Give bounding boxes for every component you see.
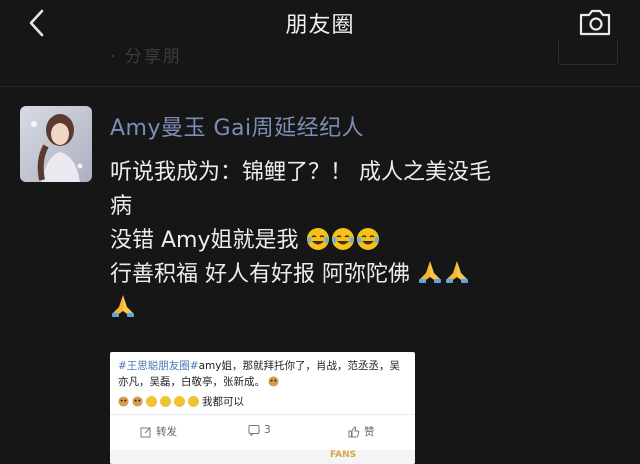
crying-laughing-emoji-icon [331, 228, 354, 250]
post-text: 听说我成为：锦鲤了？！ 成人之美没毛 病 没错 Amy姐就是我 行善积福 好人有… [110, 156, 635, 326]
embedded-tail-text: 我都可以 [202, 396, 244, 408]
divider [0, 86, 640, 87]
dog-emoji-icon [118, 396, 129, 407]
embedded-screenshot[interactable]: #王思聪朋友圈#amy姐，那就拜托你了，肖战，范丞丞，吴亦凡，吴磊，白敬亭，张新… [110, 352, 415, 464]
praying-hands-emoji-icon [112, 295, 134, 317]
dog-emoji-icon [268, 376, 279, 387]
comment-count: 3 [264, 424, 271, 436]
crying-emoji-icon [188, 396, 199, 407]
page-title: 朋友圈 [285, 13, 355, 38]
crying-emoji-icon [146, 396, 157, 407]
avatar[interactable] [20, 106, 92, 182]
praying-hands-emoji-icon [446, 261, 468, 283]
post-line-text: 没错 Amy姐就是我 [110, 228, 299, 253]
crying-laughing-emoji-icon [306, 228, 329, 250]
post-line: 病 [110, 194, 133, 219]
forward-label: 转发 [156, 426, 177, 438]
post-line [110, 292, 635, 326]
fans-label: FANS [330, 450, 357, 460]
crying-emoji-icon [160, 396, 171, 407]
post-line: 行善积福 好人有好报 阿弥陀佛 [110, 258, 635, 292]
author-name[interactable]: Amy曼玉 Gai周延经纪人 [110, 110, 364, 142]
faded-background-box [558, 40, 618, 65]
top-bar: 朋友圈 [0, 0, 640, 46]
embedded-next-item [110, 450, 415, 464]
forward-button[interactable]: 转发 [140, 424, 177, 439]
crying-emoji-icon [174, 396, 185, 407]
dog-emoji-icon [132, 396, 143, 407]
comment-icon [248, 425, 260, 436]
crying-laughing-emoji-icon [356, 228, 379, 250]
post-line-text: 行善积福 好人有好报 阿弥陀佛 [110, 262, 410, 287]
thumbs-up-icon [348, 425, 360, 437]
post-line: 没错 Amy姐就是我 [110, 224, 635, 258]
praying-hands-emoji-icon [419, 261, 441, 283]
camera-icon[interactable] [578, 7, 612, 37]
comment-button[interactable]: 3 [248, 424, 271, 436]
like-button[interactable]: 赞 [348, 424, 375, 439]
embedded-divider [110, 414, 415, 415]
embedded-post-text: #王思聪朋友圈#amy姐，那就拜托你了，肖战，范丞丞，吴亦凡，吴磊，白敬亭，张新… [118, 358, 410, 390]
embedded-emoji-row: 我都可以 [118, 394, 244, 409]
embedded-action-bar: 转发 3 赞 [110, 424, 415, 444]
topic-tag[interactable]: #王思聪朋友圈# [118, 360, 199, 372]
post-line: 听说我成为：锦鲤了？！ 成人之美没毛 [110, 160, 491, 185]
like-label: 赞 [364, 426, 375, 438]
faded-background-text: · 分享朋 [110, 47, 182, 67]
forward-icon [140, 427, 151, 437]
